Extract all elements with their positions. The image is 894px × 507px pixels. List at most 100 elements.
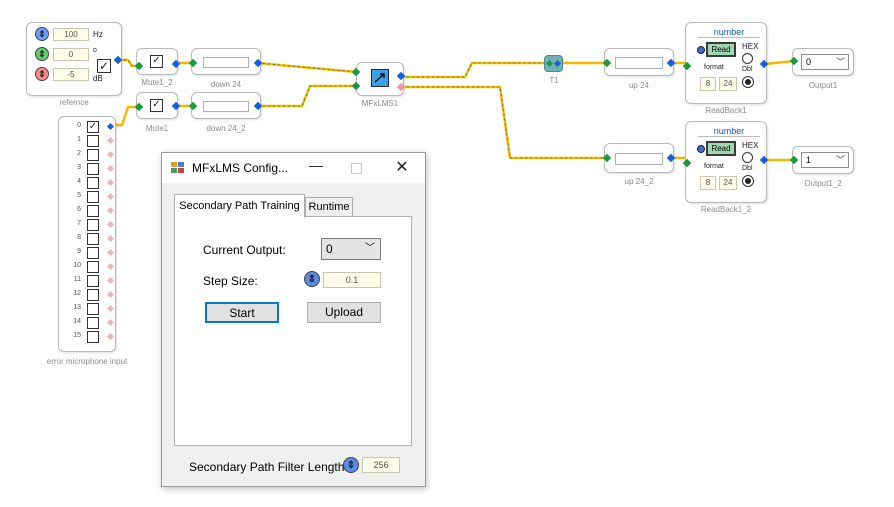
- phase-unit: o: [93, 47, 97, 54]
- mic-channel-checkbox[interactable]: [87, 163, 99, 175]
- t1-block[interactable]: [544, 55, 563, 72]
- mic-channel-checkbox[interactable]: [87, 289, 99, 301]
- wire-mfx-up242: [402, 85, 607, 160]
- output1-2-value: 1: [806, 155, 812, 165]
- mic-channel-checkbox[interactable]: [87, 317, 99, 329]
- readback1-2-format-a[interactable]: 8: [700, 176, 716, 190]
- readback1-format-b[interactable]: 24: [719, 77, 737, 91]
- up24-block[interactable]: [604, 48, 674, 76]
- minimize-icon[interactable]: —: [307, 157, 325, 177]
- mic-channel-label: 13: [73, 304, 81, 311]
- up24-2-block[interactable]: [604, 143, 674, 173]
- readback1-2-hex-radio[interactable]: [742, 152, 753, 163]
- mic-channel-checkbox[interactable]: [87, 303, 99, 315]
- dialog-titlebar[interactable]: MFxLMS Config... — ✕: [162, 153, 425, 183]
- readback1-2-block[interactable]: number Read HEX format Dbl 8 24: [685, 121, 767, 203]
- mic-channel-label: 10: [73, 262, 81, 269]
- mic-channel-port: [106, 192, 115, 201]
- close-icon[interactable]: ✕: [394, 157, 410, 177]
- readback1-led-icon: [697, 46, 705, 54]
- readback1-2-read-button[interactable]: Read: [706, 141, 736, 156]
- mic-channel-checkbox[interactable]: [87, 275, 99, 287]
- mic-channel-checkbox[interactable]: [87, 233, 99, 245]
- mic-channel-list: 0 ✓ 1 2 3 4 5 6 7 8 9 10 11 12 13 14 15: [59, 117, 115, 351]
- gain-field[interactable]: -5: [53, 68, 89, 81]
- start-button[interactable]: Start: [205, 302, 279, 323]
- mic-channel-label: 11: [73, 276, 81, 283]
- error-mic-block[interactable]: 0 ✓ 1 2 3 4 5 6 7 8 9 10 11 12 13 14 15: [58, 116, 116, 352]
- mic-channel-label: 5: [77, 192, 81, 199]
- current-output-value: 0: [326, 242, 333, 256]
- readback1-hex-label: HEX: [742, 42, 759, 51]
- output1-block[interactable]: 0 ﹀: [792, 48, 854, 76]
- readback1-2-format-b[interactable]: 24: [719, 176, 737, 190]
- readback1-block[interactable]: number Read HEX format Dbl 8 24: [685, 22, 767, 104]
- readback1-2-format-label: format: [704, 163, 724, 170]
- readback1-title: number: [698, 27, 760, 38]
- gain-knob-icon[interactable]: ⇕: [35, 67, 49, 81]
- step-size-knob-icon[interactable]: ⇕: [304, 271, 320, 287]
- reference-block[interactable]: ⇕ 100 Hz ⇕ 0 o ⇕ -5 dB ✓: [26, 22, 122, 96]
- mic-channel-checkbox[interactable]: [87, 205, 99, 217]
- mic-channel-checkbox[interactable]: [87, 135, 99, 147]
- tab-secondary-path-training[interactable]: Secondary Path Training: [174, 194, 305, 218]
- mic-channel-port: [106, 136, 115, 145]
- down24-2-caption: down 24_2: [206, 124, 246, 133]
- step-size-field[interactable]: 0.1: [323, 272, 381, 288]
- phase-field[interactable]: 0: [53, 48, 89, 61]
- mic-channel-label: 12: [73, 290, 81, 297]
- filter-length-knob-icon[interactable]: ⇕: [343, 457, 359, 473]
- maximize-icon[interactable]: [351, 163, 362, 174]
- readback1-dbl-radio[interactable]: [742, 76, 754, 88]
- down24-caption: down 24: [210, 80, 242, 89]
- wire-down242-mfx: [258, 84, 356, 108]
- mfxlms-config-dialog[interactable]: MFxLMS Config... — ✕ Secondary Path Trai…: [161, 152, 426, 487]
- mic-channel-checkbox[interactable]: [87, 149, 99, 161]
- mic-channel-port: [106, 332, 115, 341]
- mic-channel-checkbox[interactable]: [87, 261, 99, 273]
- down24-block[interactable]: [191, 48, 261, 75]
- output1-2-block[interactable]: 1 ﹀: [792, 146, 854, 174]
- readback1-caption: ReadBack1: [705, 106, 747, 115]
- mic-channel-label: 7: [77, 220, 81, 227]
- reference-enable-checkbox[interactable]: ✓: [97, 59, 111, 73]
- frequency-unit: Hz: [93, 30, 103, 39]
- down24-2-block[interactable]: [191, 92, 261, 119]
- mic-channel-port: [106, 276, 115, 285]
- mfxlms-block[interactable]: [356, 62, 404, 96]
- output1-select[interactable]: 0 ﹀: [801, 54, 849, 70]
- mic-channel-label: 0: [77, 122, 81, 129]
- tab-runtime[interactable]: Runtime: [305, 197, 353, 217]
- output1-caption: Output1: [808, 81, 838, 90]
- output1-value: 0: [806, 57, 812, 67]
- mute1-2-block[interactable]: ✓: [136, 48, 178, 75]
- output1-2-caption: Output1_2: [804, 179, 842, 188]
- filter-length-field[interactable]: 256: [362, 457, 400, 473]
- readback1-2-caption: ReadBack1_2: [700, 205, 752, 214]
- step-size-label: Step Size:: [203, 274, 258, 288]
- mic-channel-port: [106, 178, 115, 187]
- frequency-field[interactable]: 100: [53, 28, 89, 41]
- readback1-hex-radio[interactable]: [742, 53, 753, 64]
- mfxlms-icon: [371, 69, 389, 87]
- mic-channel-checkbox[interactable]: [87, 331, 99, 343]
- mic-channel-checkbox[interactable]: [87, 247, 99, 259]
- phase-knob-icon[interactable]: ⇕: [35, 47, 49, 61]
- mic-channel-checkbox[interactable]: [87, 177, 99, 189]
- mic-channel-checkbox[interactable]: ✓: [87, 121, 99, 133]
- output1-2-select[interactable]: 1 ﹀: [801, 152, 849, 168]
- mic-channel-checkbox[interactable]: [87, 219, 99, 231]
- readback1-dbl-label: Dbl: [742, 66, 753, 73]
- upload-button[interactable]: Upload: [307, 302, 381, 323]
- mute1-checkbox[interactable]: ✓: [150, 99, 163, 112]
- readback1-read-button[interactable]: Read: [706, 42, 736, 57]
- mute1-2-checkbox[interactable]: ✓: [150, 55, 163, 68]
- mic-channel-port: [106, 262, 115, 271]
- mic-channel-checkbox[interactable]: [87, 191, 99, 203]
- current-output-select[interactable]: 0 ﹀: [321, 238, 381, 260]
- readback1-2-dbl-radio[interactable]: [742, 175, 754, 187]
- mic-channel-port: [106, 220, 115, 229]
- frequency-knob-icon[interactable]: ⇕: [35, 27, 49, 41]
- readback1-format-a[interactable]: 8: [700, 77, 716, 91]
- t1-port-out: [553, 59, 562, 68]
